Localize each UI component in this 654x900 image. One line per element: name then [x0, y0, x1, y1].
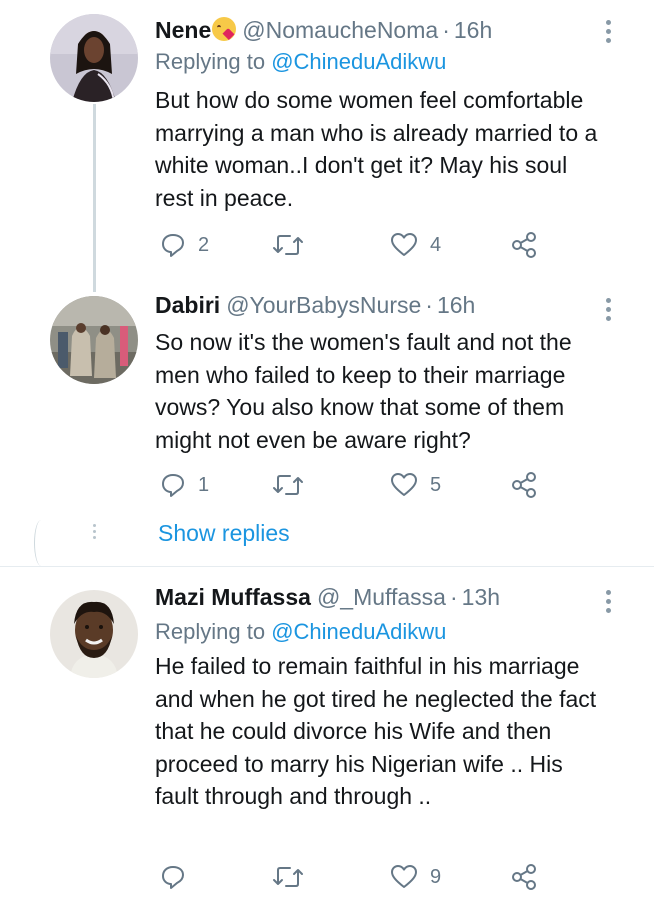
share-icon: [512, 232, 536, 258]
user-handle[interactable]: @NomaucheNoma: [242, 17, 438, 44]
avatar[interactable]: [50, 14, 138, 102]
like-button[interactable]: 5: [390, 470, 441, 500]
retweet-button[interactable]: [272, 230, 316, 260]
like-count: 9: [430, 865, 442, 888]
reply-count: 1: [198, 473, 210, 496]
tweet-actions: 2 4: [160, 230, 540, 260]
share-button[interactable]: [510, 862, 538, 892]
replying-prefix: Replying to: [155, 49, 272, 74]
timestamp[interactable]: 16h: [454, 17, 492, 44]
share-button[interactable]: [510, 470, 538, 500]
like-icon: [391, 233, 417, 256]
tweet-header: Mazi Muffassa @_Muffassa · 13h: [155, 584, 604, 616]
tweet-text: He failed to remain faithful in his marr…: [155, 653, 597, 809]
retweet-button[interactable]: [272, 862, 316, 892]
reply-button[interactable]: 2: [160, 230, 209, 260]
thread-edge: [34, 520, 48, 566]
like-count: 4: [430, 233, 442, 256]
retweet-icon: [273, 867, 303, 887]
reply-count: 2: [198, 233, 210, 256]
separator: ·: [425, 292, 433, 318]
tweet-dabiri[interactable]: Dabiri @YourBabysNurse · 16h So now it's…: [0, 292, 654, 510]
like-icon: [391, 865, 417, 888]
timestamp[interactable]: 16h: [437, 292, 475, 319]
share-icon: [512, 864, 536, 890]
separator: ·: [442, 17, 450, 43]
reply-icon: [162, 474, 184, 497]
replying-prefix: Replying to: [155, 619, 272, 644]
retweet-icon: [273, 235, 303, 255]
reply-icon: [162, 234, 184, 257]
kissing-face-emoji-icon: [212, 17, 237, 41]
reply-icon: [162, 866, 184, 889]
more-vertical-icon[interactable]: [606, 298, 612, 322]
tweet-nene[interactable]: Nene @NomaucheNoma · 16h Replying to @Ch…: [0, 0, 654, 292]
more-vertical-icon[interactable]: [606, 20, 612, 44]
more-vertical-icon[interactable]: [606, 590, 612, 614]
tweet-text: So now it's the women's fault and not th…: [155, 329, 572, 453]
avatar[interactable]: [50, 296, 138, 384]
replying-to-mention[interactable]: @ChineduAdikwu: [271, 49, 446, 74]
like-icon: [391, 473, 417, 496]
tweet-header: Nene @NomaucheNoma · 16h: [155, 14, 604, 46]
show-replies-link[interactable]: Show replies: [158, 520, 290, 547]
replying-to: Replying to @ChineduAdikwu: [155, 46, 604, 78]
separator: ·: [449, 584, 458, 610]
tweet-mazi-muffassa[interactable]: Mazi Muffassa @_Muffassa · 13h Replying …: [0, 584, 654, 900]
avatar-image: [50, 14, 138, 102]
reply-button[interactable]: [160, 862, 198, 892]
divider: [0, 566, 654, 567]
display-name[interactable]: Nene: [155, 17, 211, 44]
share-button[interactable]: [510, 230, 538, 260]
avatar-image: [50, 296, 138, 384]
tweet-actions: 1 5: [160, 470, 540, 500]
more-replies-dots: [91, 524, 97, 542]
user-handle[interactable]: @_Muffassa: [317, 584, 446, 611]
tweet-text: But how do some women feel comfortable m…: [155, 87, 598, 211]
tweet-header: Dabiri @YourBabysNurse · 16h: [155, 292, 604, 324]
user-handle[interactable]: @YourBabysNurse: [226, 292, 421, 319]
display-name[interactable]: Mazi Muffassa: [155, 584, 311, 611]
tweet-actions: 9: [160, 862, 540, 892]
like-count: 5: [430, 473, 442, 496]
avatar[interactable]: [50, 590, 138, 678]
avatar-image: [50, 590, 138, 678]
retweet-button[interactable]: [272, 470, 316, 500]
share-icon: [512, 472, 536, 498]
replying-to-mention[interactable]: @ChineduAdikwu: [271, 619, 446, 644]
reply-button[interactable]: 1: [160, 470, 209, 500]
display-name[interactable]: Dabiri: [155, 292, 220, 319]
like-button[interactable]: 4: [390, 230, 441, 260]
replying-to: Replying to @ChineduAdikwu: [155, 616, 604, 648]
like-button[interactable]: 9: [390, 862, 441, 892]
timestamp[interactable]: 13h: [462, 584, 500, 611]
retweet-icon: [273, 475, 303, 495]
